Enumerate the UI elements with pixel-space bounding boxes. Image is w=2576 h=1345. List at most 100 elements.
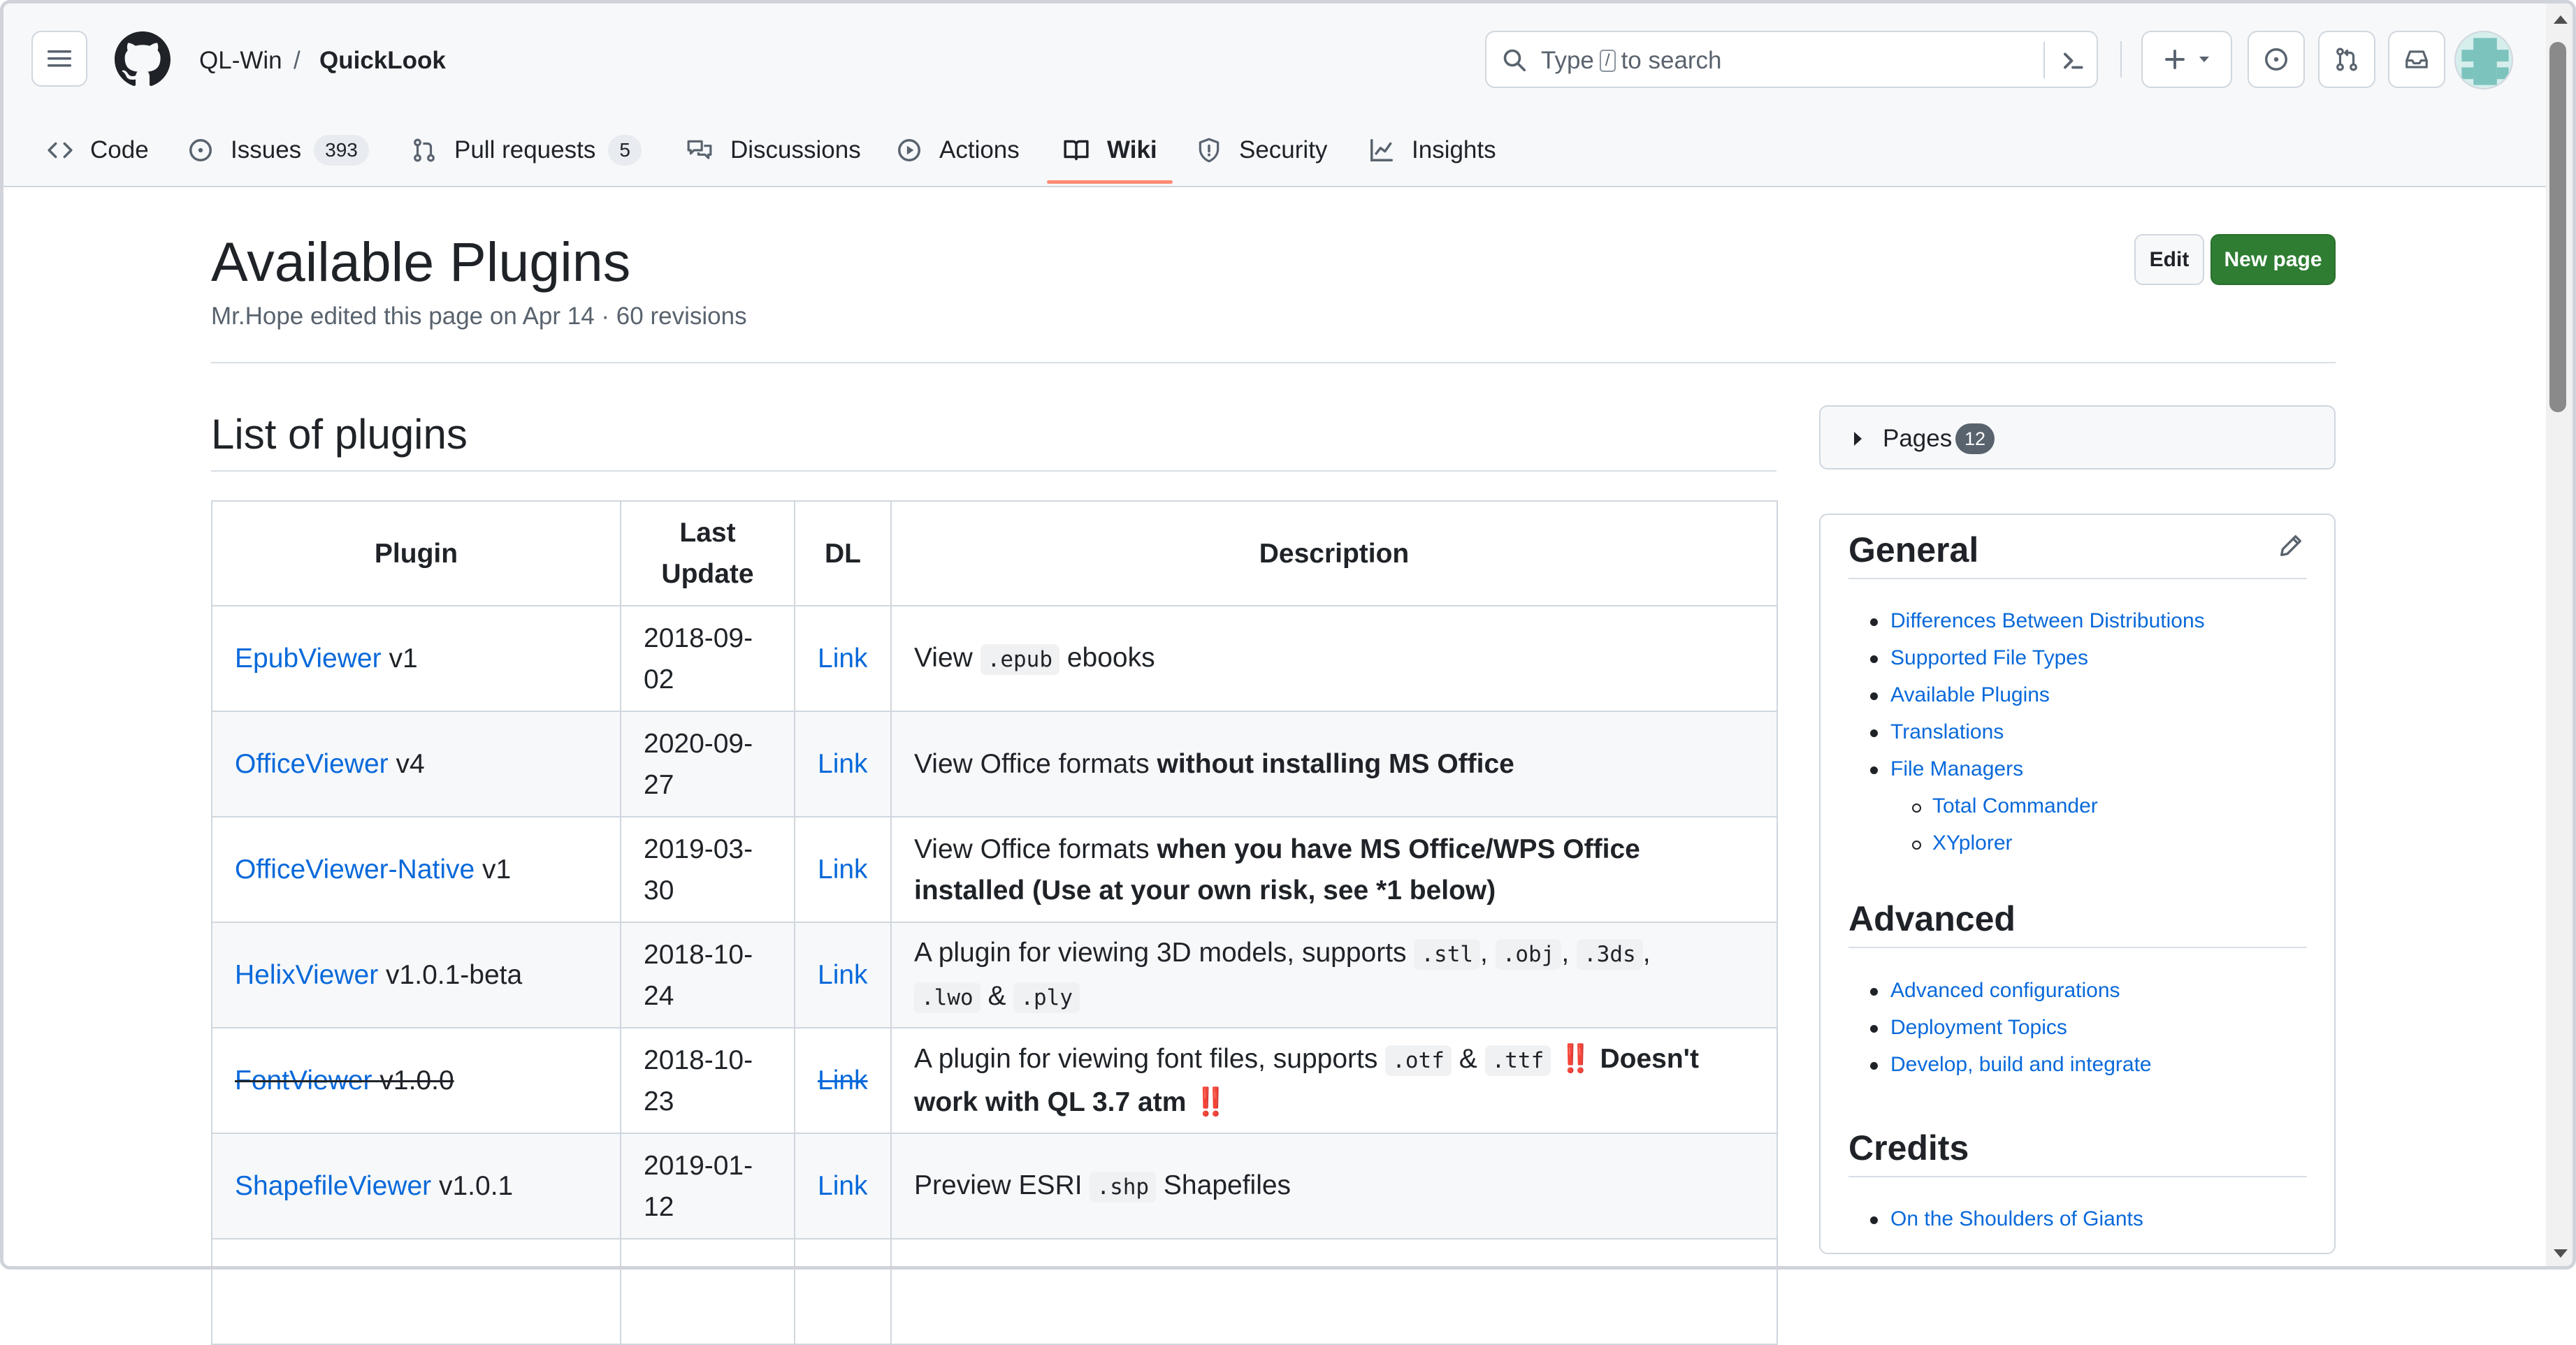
description-emphasis: without installing MS Office bbox=[1157, 749, 1514, 779]
pages-toggle[interactable]: Pages 12 bbox=[1819, 405, 2336, 470]
description-text: View Office formats bbox=[914, 834, 1150, 864]
search-placeholder-suffix: to search bbox=[1621, 47, 1722, 74]
sidebar-link[interactable]: Develop, build and integrate bbox=[1848, 1049, 2152, 1086]
shield-icon bbox=[1199, 138, 1220, 162]
date-cell: 2019-01- 12 bbox=[620, 1133, 795, 1239]
plugin-link[interactable]: ShapefileViewer bbox=[235, 1171, 431, 1201]
plugin-version: v1 bbox=[482, 855, 512, 885]
date-cell: 2020-09- 27 bbox=[620, 711, 795, 817]
wiki-sidebar: General Differences Between Distribution… bbox=[1819, 514, 2336, 1254]
tab-pull-requests-label: Pull requests bbox=[454, 136, 596, 163]
file-extension: .epub bbox=[980, 644, 1059, 675]
file-extension: .ply bbox=[1013, 982, 1080, 1013]
file-extension: .otf bbox=[1385, 1045, 1452, 1076]
date-cell: 2018-10- 23 bbox=[620, 1027, 795, 1134]
pencil-icon[interactable] bbox=[2277, 532, 2305, 560]
plugin-link[interactable]: FontViewer bbox=[235, 1066, 372, 1096]
search-divider bbox=[2043, 42, 2045, 78]
download-link[interactable]: Link bbox=[818, 1171, 868, 1201]
scroll-down-arrow-icon[interactable] bbox=[2554, 1249, 2568, 1258]
page-revision-meta[interactable]: Mr.Hope edited this page on Apr 14 · 60 … bbox=[211, 299, 747, 334]
search-icon bbox=[1503, 49, 1526, 72]
plugin-link[interactable]: OfficeViewer-Native bbox=[235, 855, 475, 885]
page-head-divider bbox=[211, 362, 2336, 363]
plugin-cell: OfficeViewer-Native v1 bbox=[211, 816, 621, 923]
hamburger-icon bbox=[48, 50, 71, 67]
sidebar-link[interactable]: Differences Between Distributions bbox=[1848, 606, 2205, 643]
date-part: 02 bbox=[644, 664, 674, 695]
search-placeholder: Type / to search bbox=[1541, 43, 1722, 78]
new-page-button[interactable]: New page bbox=[2210, 234, 2336, 285]
sidebar-link[interactable]: Deployment Topics bbox=[1848, 1012, 2152, 1049]
table-header-row: Plugin Last Update DL Description bbox=[211, 500, 1778, 606]
tab-insights-label: Insights bbox=[1412, 136, 1496, 163]
description-cell: View .epub ebooks bbox=[890, 605, 1778, 712]
download-cell: Link bbox=[794, 1133, 892, 1239]
github-logo-icon[interactable] bbox=[115, 31, 171, 87]
sidebar-link[interactable]: Supported File Types bbox=[1848, 643, 2205, 680]
sidebar-link[interactable]: File Managers bbox=[1848, 754, 2205, 791]
download-link[interactable]: Link bbox=[818, 644, 868, 674]
inbox-button[interactable] bbox=[2388, 31, 2445, 88]
sidebar-sublink[interactable]: XYplorer bbox=[1848, 828, 2205, 865]
pull-request-icon bbox=[414, 138, 435, 161]
pages-label: Pages bbox=[1883, 425, 1953, 452]
sidebar-divider bbox=[1848, 1176, 2307, 1177]
scrollbar-thumb[interactable] bbox=[2549, 42, 2566, 412]
tab-code[interactable]: Code bbox=[47, 116, 149, 184]
description-cell: View Office formats without installing M… bbox=[890, 711, 1778, 817]
sidebar-sublink[interactable]: Total Commander bbox=[1848, 791, 2205, 828]
breadcrumb-owner[interactable]: QL-Win bbox=[199, 43, 282, 78]
plugin-cell: EpubViewer v1 bbox=[211, 605, 621, 712]
ampersand: & bbox=[987, 980, 1006, 1011]
plugin-link[interactable]: OfficeViewer bbox=[235, 749, 389, 779]
download-link[interactable]: Link bbox=[818, 1066, 868, 1096]
download-cell: Link bbox=[794, 605, 892, 712]
breadcrumb-repo[interactable]: QuickLook bbox=[319, 43, 446, 78]
tab-code-label: Code bbox=[90, 136, 149, 163]
create-new-button[interactable] bbox=[2141, 31, 2232, 88]
download-link[interactable]: Link bbox=[818, 749, 868, 779]
tab-security-label: Security bbox=[1239, 136, 1328, 163]
tab-security[interactable]: Security bbox=[1196, 116, 1327, 184]
command-palette-icon[interactable] bbox=[2060, 48, 2086, 74]
table-row: FontViewer v1.0.0 2018-10- 23 Link A plug… bbox=[211, 1027, 1778, 1134]
user-avatar[interactable] bbox=[2454, 31, 2513, 89]
menu-button[interactable] bbox=[31, 31, 87, 87]
plugin-version: v4 bbox=[396, 749, 425, 779]
play-icon bbox=[898, 138, 920, 161]
issues-button[interactable] bbox=[2248, 31, 2305, 88]
sidebar-link[interactable]: On the Shoulders of Giants bbox=[1848, 1204, 2143, 1241]
tab-discussions[interactable]: Discussions bbox=[686, 116, 861, 184]
plugin-cell: OfficeViewer v4 bbox=[211, 711, 621, 817]
sidebar-link[interactable]: Translations bbox=[1848, 717, 2205, 754]
sidebar-divider bbox=[1848, 947, 2307, 948]
sidebar-link[interactable]: Advanced configurations bbox=[1848, 975, 2152, 1012]
issue-icon bbox=[2265, 48, 2287, 71]
discussions-icon bbox=[687, 140, 712, 159]
tab-actions-label: Actions bbox=[939, 136, 1020, 163]
tab-insights[interactable]: Insights bbox=[1368, 116, 1496, 184]
download-link[interactable]: Link bbox=[818, 960, 868, 990]
edit-button[interactable]: Edit bbox=[2134, 234, 2204, 285]
code-icon bbox=[48, 142, 73, 158]
sidebar-link[interactable]: Available Plugins bbox=[1848, 680, 2205, 717]
download-link[interactable]: Link bbox=[818, 855, 868, 885]
tab-wiki[interactable]: Wiki bbox=[1047, 116, 1173, 184]
general-list: Differences Between Distributions Suppor… bbox=[1848, 606, 2205, 865]
search-input[interactable]: Type / to search bbox=[1485, 31, 2098, 88]
plugin-cell: FontViewer v1.0.0 bbox=[211, 1027, 621, 1134]
plugin-link[interactable]: EpubViewer bbox=[235, 644, 382, 674]
tab-pull-requests[interactable]: Pull requests 5 bbox=[411, 116, 642, 184]
tab-issues[interactable]: Issues 393 bbox=[187, 116, 369, 184]
pull-requests-button[interactable] bbox=[2318, 31, 2375, 88]
download-cell: Link bbox=[794, 711, 892, 817]
file-extension: .lwo bbox=[914, 982, 981, 1013]
plugin-cell: ShapefileViewer v1.0.1 bbox=[211, 1133, 621, 1239]
pages-count: 12 bbox=[1955, 423, 1995, 454]
plugin-link[interactable]: HelixViewer bbox=[235, 960, 378, 990]
download-cell: Link bbox=[794, 922, 892, 1028]
tab-actions[interactable]: Actions bbox=[896, 116, 1020, 184]
scroll-up-arrow-icon[interactable] bbox=[2554, 15, 2568, 24]
file-extension: .stl bbox=[1414, 938, 1481, 970]
